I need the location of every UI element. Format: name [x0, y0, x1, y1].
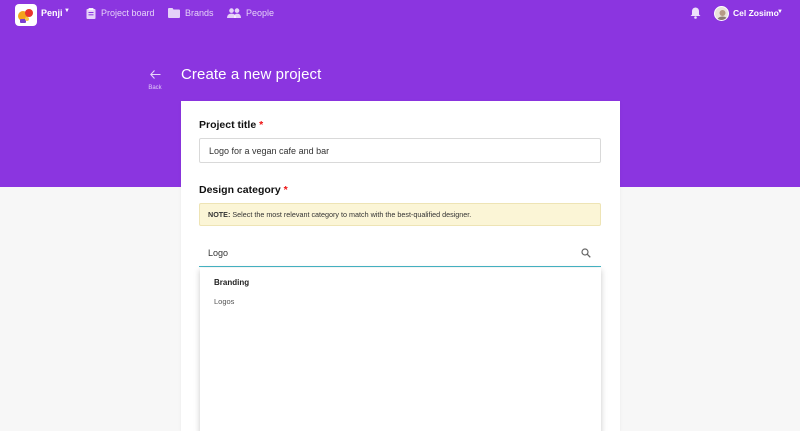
chevron-down-icon[interactable]: ▼ [64, 8, 70, 14]
category-search-input[interactable] [199, 241, 579, 265]
design-category-label: Design category * [199, 184, 288, 196]
project-title-label: Project title * [199, 119, 263, 131]
nav-item-label: Brands [185, 8, 214, 18]
arrow-left-icon [149, 70, 160, 79]
category-note: NOTE: Select the most relevant category … [199, 203, 601, 226]
note-prefix: NOTE: [208, 210, 231, 219]
nav-project-board[interactable]: Project board [86, 6, 155, 20]
avatar[interactable] [714, 6, 729, 21]
nav-item-label: People [246, 8, 275, 18]
nav-people[interactable]: People [227, 6, 274, 20]
folder-icon [168, 8, 180, 18]
people-icon [227, 8, 241, 18]
search-icon[interactable] [581, 248, 591, 258]
category-search [199, 241, 601, 267]
back-button[interactable]: Back [145, 66, 165, 91]
label-text: Design category [199, 184, 281, 196]
required-mark: * [259, 119, 264, 131]
back-label: Back [148, 85, 162, 91]
user-name[interactable]: Cel Zosimo [733, 8, 779, 18]
category-dropdown: Branding Logos [200, 268, 601, 431]
clipboard-icon [86, 7, 96, 19]
top-navigation: Penji ▼ Project board Brands People Cel … [0, 0, 800, 28]
dropdown-option-logos[interactable]: Logos [214, 297, 234, 306]
penji-logo[interactable] [15, 4, 37, 26]
note-text: Select the most relevant category to mat… [230, 210, 472, 219]
label-text: Project title [199, 119, 257, 131]
page-title: Create a new project [181, 66, 322, 83]
project-title-input[interactable] [199, 138, 601, 163]
nav-brands[interactable]: Brands [168, 6, 214, 20]
chevron-down-icon[interactable]: ▼ [777, 9, 783, 15]
nav-item-label: Project board [101, 8, 155, 18]
brand-name[interactable]: Penji [41, 8, 63, 18]
project-form-card: Project title * Design category * NOTE: … [181, 101, 620, 431]
dropdown-group-label: Branding [214, 278, 250, 287]
required-mark: * [283, 184, 288, 196]
bell-icon[interactable] [690, 7, 701, 19]
